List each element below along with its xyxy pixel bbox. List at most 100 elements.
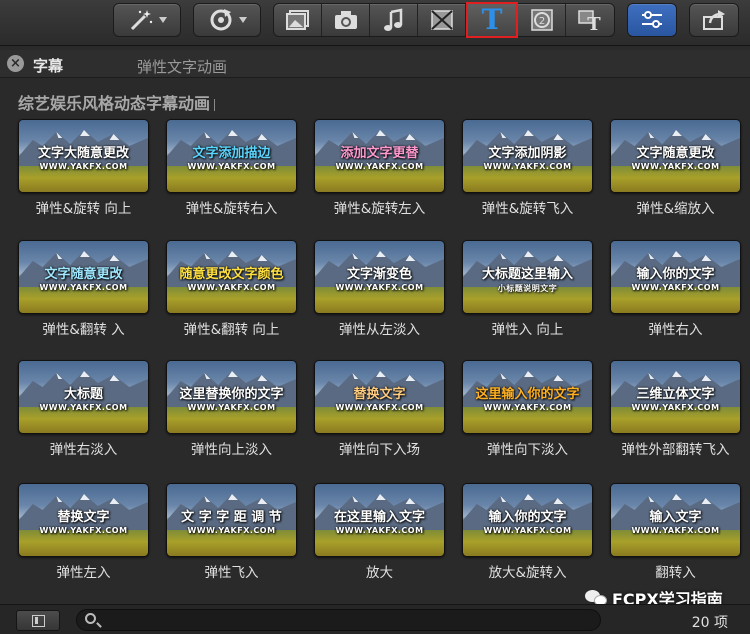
thumbnail-title-text: 随意更改文字颜色 [179,267,284,282]
titles-tab-active[interactable]: T [466,2,518,38]
title-tile[interactable]: 输入你的文字 WWW.YAKFX.COM 放大&旋转入 [462,483,593,581]
close-icon[interactable]: × [7,55,24,72]
title-tile[interactable]: 大标题这里输入 小标题说明文字 弹性入 向上 [462,240,593,338]
themes-browser-button[interactable]: T [566,4,614,36]
text-cursor [214,98,216,111]
bottom-bar: 20 项 [0,604,750,634]
thumbnail-url-text: 小标题说明文字 [497,284,558,293]
title-thumbnail: 这里替换你的文字 WWW.YAKFX.COM [166,360,297,434]
title-thumbnail: 文 字 字 距 调 节 WWW.YAKFX.COM [166,483,297,557]
thumbnail-url-text: WWW.YAKFX.COM [187,403,276,412]
search-field[interactable] [76,609,601,631]
category-heading: 综艺娱乐风格动态字幕动画 [18,90,216,114]
photo-browser-button[interactable] [322,4,370,36]
svg-text:T: T [587,14,601,32]
thumbnail-title-text: 替换文字 [57,510,110,525]
title-tile[interactable]: 大标题 WWW.YAKFX.COM 弹性右淡入 [18,360,149,458]
title-tile[interactable]: 这里替换你的文字 WWW.YAKFX.COM 弹性向上淡入 [166,360,297,458]
title-tile[interactable]: 输入文字 WWW.YAKFX.COM 翻转入 [610,483,741,581]
title-tile[interactable]: 文字渐变色 WWW.YAKFX.COM 弹性从左淡入 [314,240,445,338]
thumbnail-title-text: 文字随意更改 [44,267,123,282]
title-thumbnail: 在这里输入文字 WWW.YAKFX.COM [314,483,445,557]
text-icon: T [481,3,503,36]
title-tile[interactable]: 文字添加描边 WWW.YAKFX.COM 弹性&旋转右入 [166,119,297,217]
thumbnail-url-text: WWW.YAKFX.COM [483,162,572,171]
inspector-icon [639,9,665,31]
title-tile[interactable]: 三维立体文字 WWW.YAKFX.COM 弹性外部翻转飞入 [610,360,741,458]
thumbnail-url-text: WWW.YAKFX.COM [631,526,720,535]
title-label: 弹性飞入 [204,565,259,581]
thumbnail-title-text: 输入你的文字 [636,267,715,282]
chevron-down-icon [238,17,247,23]
generators-browser-button[interactable]: 2 [518,4,566,36]
title-tile[interactable]: 文字随意更改 WWW.YAKFX.COM 弹性&翻转 入 [18,240,149,338]
thumbnail-title-text: 替换文字 [353,387,406,402]
title-tile[interactable]: 替换文字 WWW.YAKFX.COM 弹性左入 [18,483,149,581]
thumbnail-url-text: WWW.YAKFX.COM [39,526,128,535]
title-label: 弹性&翻转 入 [42,322,125,338]
thumbnail-title-text: 这里输入你的文字 [475,387,580,402]
effects-dropdown[interactable] [113,3,181,37]
title-thumbnail: 文字渐变色 WWW.YAKFX.COM [314,240,445,314]
title-tile[interactable]: 在这里输入文字 WWW.YAKFX.COM 放大 [314,483,445,581]
search-icon [85,613,96,624]
title-label: 弹性向下淡入 [487,442,568,458]
inspector-toggle[interactable] [627,3,677,37]
clip-icon [285,9,311,31]
title-thumbnail: 文字添加阴影 WWW.YAKFX.COM [462,119,593,193]
panel-subtitle: 弹性文字动画 [137,58,228,76]
clip-browser-button[interactable] [274,4,322,36]
title-label: 放大&旋转入 [488,565,567,581]
title-thumbnail: 替换文字 WWW.YAKFX.COM [314,360,445,434]
share-button-group[interactable] [689,3,739,37]
thumbnail-url-text: WWW.YAKFX.COM [335,403,424,412]
title-thumbnail: 文字随意更改 WWW.YAKFX.COM [610,119,741,193]
title-tile[interactable]: 文 字 字 距 调 节 WWW.YAKFX.COM 弹性飞入 [166,483,297,581]
panel-title: 字幕 [33,57,64,75]
title-label: 弹性&旋转右入 [185,201,278,217]
title-tile[interactable]: 替换文字 WWW.YAKFX.COM 弹性向下入场 [314,360,445,458]
title-tile[interactable]: 添加文字更替 WWW.YAKFX.COM 弹性&旋转左入 [314,119,445,217]
title-label: 弹性左入 [56,565,111,581]
thumbnail-title-text: 大标题 [63,387,103,402]
title-thumbnail: 文字随意更改 WWW.YAKFX.COM [18,240,149,314]
inspector-button[interactable] [628,4,676,36]
title-tile[interactable]: 随意更改文字颜色 WWW.YAKFX.COM 弹性&翻转 向上 [166,240,297,338]
rotate-icon [208,7,234,33]
thumbnail-title-text: 这里替换你的文字 [179,387,284,402]
share-icon [701,9,727,31]
sidebar-toggle-button[interactable] [16,610,60,631]
title-label: 弹性&缩放入 [636,201,715,217]
thumbnail-title-text: 文 字 字 距 调 节 [181,510,282,525]
title-label: 弹性&旋转 向上 [35,201,132,217]
title-tile[interactable]: 这里输入你的文字 WWW.YAKFX.COM 弹性向下淡入 [462,360,593,458]
thumbnail-url-text: WWW.YAKFX.COM [187,283,276,292]
title-thumbnail: 输入文字 WWW.YAKFX.COM [610,483,741,557]
magic-wand-button[interactable] [114,4,180,36]
thumbnail-title-text: 输入文字 [649,510,702,525]
thumbnail-title-text: 添加文字更替 [340,146,419,161]
title-label: 弹性右淡入 [49,442,118,458]
title-label: 放大 [366,565,393,581]
thumbnail-url-text: WWW.YAKFX.COM [335,526,424,535]
retime-dropdown[interactable] [193,3,261,37]
rotate-button[interactable] [194,4,260,36]
item-count: 20 项 [691,615,728,631]
thumbnail-url-text: WWW.YAKFX.COM [39,162,128,171]
title-thumbnail: 文字添加描边 WWW.YAKFX.COM [166,119,297,193]
share-button[interactable] [690,4,738,36]
title-thumbnail: 添加文字更替 WWW.YAKFX.COM [314,119,445,193]
camera-icon [333,10,359,30]
title-thumbnail: 这里输入你的文字 WWW.YAKFX.COM [462,360,593,434]
title-tile[interactable]: 输入你的文字 WWW.YAKFX.COM 弹性右入 [610,240,741,338]
title-label: 弹性&旋转飞入 [481,201,574,217]
title-tile[interactable]: 文字添加阴影 WWW.YAKFX.COM 弹性&旋转飞入 [462,119,593,217]
thumbnail-url-text: WWW.YAKFX.COM [39,403,128,412]
title-tile[interactable]: 文字大随意更改 WWW.YAKFX.COM 弹性&旋转 向上 [18,119,149,217]
title-thumbnail: 输入你的文字 WWW.YAKFX.COM [610,240,741,314]
transitions-browser-button[interactable] [418,4,466,36]
title-thumbnail: 三维立体文字 WWW.YAKFX.COM [610,360,741,434]
title-label: 弹性外部翻转飞入 [621,442,730,458]
music-browser-button[interactable] [370,4,418,36]
title-tile[interactable]: 文字随意更改 WWW.YAKFX.COM 弹性&缩放入 [610,119,741,217]
